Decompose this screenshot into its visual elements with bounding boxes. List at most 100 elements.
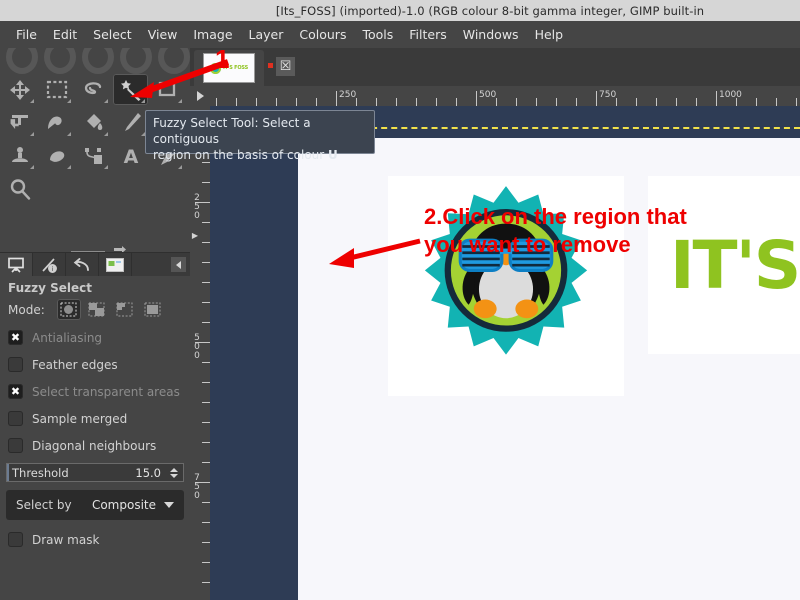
tool-corner-marker [67, 99, 71, 103]
chevron-down-icon [164, 502, 174, 508]
menu-help[interactable]: Help [527, 25, 572, 44]
select-by-dropdown[interactable]: Select by Composite [6, 490, 184, 520]
menu-tools[interactable]: Tools [354, 25, 401, 44]
close-icon[interactable]: ☒ [276, 57, 295, 76]
tool-corner-marker [178, 165, 182, 169]
vruler-label-750: 750 [193, 474, 201, 501]
hruler-label-250: 250 [339, 91, 356, 100]
tool-corner-marker [141, 99, 145, 103]
svg-text:A: A [123, 146, 138, 166]
diagonal-neighbours-checkbox[interactable] [8, 438, 23, 453]
menu-layer[interactable]: Layer [241, 25, 292, 44]
free-select-tool[interactable] [76, 74, 111, 105]
draw-mask-label: Draw mask [32, 533, 99, 547]
option-select-transparent-areas[interactable]: ✖ Select transparent areas [0, 378, 190, 405]
diagonal-neighbours-label: Diagonal neighbours [32, 439, 156, 453]
undo-history-tab[interactable] [66, 253, 99, 276]
paths-tool[interactable] [76, 140, 111, 171]
select-transparent-areas-label: Select transparent areas [32, 385, 180, 399]
threshold-spinner[interactable] [167, 468, 181, 478]
vruler-label-250: 250 [193, 194, 201, 221]
menu-image[interactable]: Image [185, 25, 240, 44]
tool-corner-marker [67, 132, 71, 136]
paintbrush-tool[interactable] [113, 107, 148, 138]
antialiasing-label: Antialiasing [32, 331, 102, 345]
warp-transform-tool[interactable] [39, 107, 74, 138]
menu-colours[interactable]: Colours [291, 25, 354, 44]
smudge-tool[interactable] [39, 140, 74, 171]
tool-corner-marker [104, 165, 108, 169]
dock-tab-strip: i [0, 253, 190, 276]
select-by-value: Composite [92, 498, 156, 512]
menu-select[interactable]: Select [85, 25, 140, 44]
tool-corner-marker [104, 99, 108, 103]
toolbox-ghost-row [0, 48, 190, 74]
option-feather-edges[interactable]: Feather edges [0, 351, 190, 378]
tooltip-line-1: Fuzzy Select Tool: Select a contiguous [153, 115, 367, 147]
horizontal-ruler[interactable]: 250 500 750 1000 [210, 86, 800, 106]
move-tool[interactable] [2, 74, 37, 105]
selection-mode-row: Mode: [0, 299, 190, 324]
option-antialiasing[interactable]: ✖ Antialiasing [0, 324, 190, 351]
option-diagonal-neighbours[interactable]: Diagonal neighbours [0, 432, 190, 459]
unsaved-changes-indicator [268, 63, 273, 68]
tool-corner-marker [178, 99, 182, 103]
canvas[interactable]: IT'S [210, 106, 800, 600]
antialiasing-checkbox[interactable]: ✖ [8, 330, 23, 345]
mode-subtract-button[interactable] [113, 299, 137, 320]
clone-tool[interactable] [2, 140, 37, 171]
unified-transform-tool[interactable] [2, 107, 37, 138]
select-by-label: Select by [16, 498, 72, 512]
dock-menu-button[interactable] [171, 257, 186, 272]
tool-corner-marker [30, 99, 34, 103]
tool-corner-marker [67, 165, 71, 169]
menu-file[interactable]: File [8, 25, 45, 44]
bucket-fill-tool[interactable] [76, 107, 111, 138]
tool-options-tab[interactable] [0, 253, 33, 276]
title-bar: [Its_FOSS] (imported)-1.0 (RGB colour 8-… [0, 0, 800, 21]
menu-edit[interactable]: Edit [45, 25, 85, 44]
fuzzy-select-tool[interactable] [113, 74, 148, 105]
menu-bar: File Edit Select View Image Layer Colour… [0, 21, 800, 48]
annotation-step-2-line-1: 2.Click on the region that [424, 203, 687, 231]
menu-filters[interactable]: Filters [401, 25, 454, 44]
menu-windows[interactable]: Windows [455, 25, 527, 44]
option-draw-mask[interactable]: Draw mask [0, 526, 190, 553]
vruler-label-500: 500 [193, 334, 201, 361]
tooltip-line-2: region on the basis of colour [153, 148, 324, 162]
ruler-origin-button[interactable] [190, 86, 210, 106]
annotation-step-2-line-2: you want to remove [424, 231, 687, 259]
fuzzy-select-tooltip: Fuzzy Select Tool: Select a contiguous r… [145, 110, 375, 154]
threshold-value: 15.0 [135, 466, 167, 480]
pointer-info-tab[interactable]: i [33, 253, 66, 276]
mode-add-button[interactable] [85, 299, 109, 320]
mode-replace-button[interactable] [57, 299, 81, 320]
draw-mask-checkbox[interactable] [8, 532, 23, 547]
annotation-step-1-label: 1 [215, 44, 229, 75]
tool-options-dock: i Fuzzy Select Mode: [0, 252, 190, 600]
window-title: [Its_FOSS] (imported)-1.0 (RGB colour 8-… [96, 4, 704, 18]
select-transparent-areas-checkbox[interactable]: ✖ [8, 384, 23, 399]
images-tab[interactable] [99, 253, 132, 276]
menu-view[interactable]: View [140, 25, 186, 44]
sample-merged-label: Sample merged [32, 412, 127, 426]
option-sample-merged[interactable]: Sample merged [0, 405, 190, 432]
feather-edges-label: Feather edges [32, 358, 118, 372]
zoom-tool[interactable] [2, 173, 37, 204]
tool-options-title: Fuzzy Select [0, 276, 190, 299]
text-tool[interactable]: A [113, 140, 148, 171]
hruler-label-500: 500 [479, 91, 496, 100]
crop-tool[interactable] [150, 74, 185, 105]
mode-label: Mode: [8, 303, 45, 317]
gimp-window: [Its_FOSS] (imported)-1.0 (RGB colour 8-… [0, 0, 800, 600]
tooltip-shortcut: U [328, 148, 338, 162]
image-tab-strip: IT'S FOSS ☒ [190, 48, 800, 86]
sample-merged-checkbox[interactable] [8, 411, 23, 426]
threshold-slider[interactable]: Threshold 15.0 [6, 463, 184, 482]
hruler-label-750: 750 [599, 91, 616, 100]
vertical-ruler[interactable]: 250 500 750 ▶ [190, 106, 210, 600]
threshold-label: Threshold [6, 466, 69, 480]
feather-edges-checkbox[interactable] [8, 357, 23, 372]
rectangle-select-tool[interactable] [39, 74, 74, 105]
mode-intersect-button[interactable] [141, 299, 165, 320]
